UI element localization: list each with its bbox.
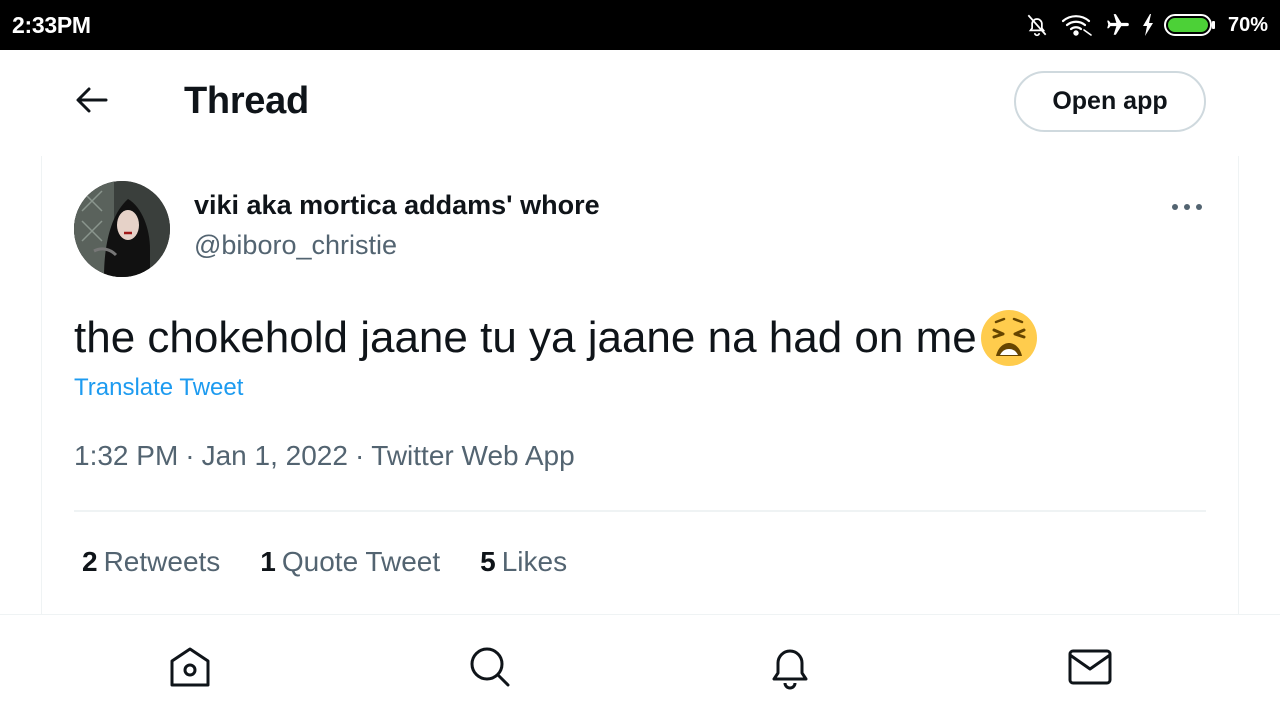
avatar[interactable] bbox=[74, 181, 170, 277]
status-bar: 2:33PM 70% bbox=[0, 0, 1280, 50]
bottom-nav bbox=[0, 614, 1280, 720]
translate-tweet-link[interactable]: Translate Tweet bbox=[74, 374, 243, 402]
status-icons: 70% bbox=[1024, 10, 1268, 40]
display-name[interactable]: viki aka mortica addams' whore bbox=[194, 190, 600, 221]
retweets-label: Retweets bbox=[103, 546, 221, 577]
meta-separator: · bbox=[185, 440, 195, 471]
tweet-date[interactable]: Jan 1, 2022 bbox=[202, 440, 348, 471]
battery-percent: 70% bbox=[1227, 13, 1268, 36]
weary-face-emoji-icon bbox=[979, 308, 1039, 368]
more-dots-icon bbox=[1171, 198, 1203, 216]
wifi-icon bbox=[1060, 12, 1094, 38]
quotes-label: Quote Tweet bbox=[281, 546, 441, 577]
retweets-count: 2 bbox=[82, 546, 98, 577]
open-app-button[interactable]: Open app bbox=[1014, 71, 1206, 132]
search-icon bbox=[466, 643, 514, 696]
likes-label: Likes bbox=[501, 546, 568, 577]
arrow-left-icon bbox=[75, 85, 109, 120]
messages-icon bbox=[1066, 643, 1114, 696]
notifications-icon bbox=[766, 643, 814, 696]
charging-icon bbox=[1142, 14, 1154, 36]
more-options-button[interactable] bbox=[1166, 190, 1208, 224]
tweet-time[interactable]: 1:32 PM bbox=[74, 440, 178, 471]
quotes-count: 1 bbox=[260, 546, 276, 577]
divider bbox=[74, 510, 1206, 512]
home-icon bbox=[166, 643, 214, 696]
user-handle[interactable]: @biboro_christie bbox=[194, 230, 397, 261]
tweet-stats: 2 Retweets 1 Quote Tweet 5 Likes bbox=[82, 546, 607, 578]
app-header: Thread Open app bbox=[0, 50, 1280, 156]
tweet-source[interactable]: Twitter Web App bbox=[371, 440, 574, 471]
nav-search[interactable] bbox=[462, 641, 518, 697]
likes-count: 5 bbox=[480, 546, 496, 577]
status-time: 2:33PM bbox=[12, 12, 91, 38]
battery-icon bbox=[1163, 13, 1216, 37]
tweet-text: the chokehold jaane tu ya jaane na had o… bbox=[74, 308, 1039, 368]
nav-home[interactable] bbox=[162, 641, 218, 697]
retweets-stat[interactable]: 2 Retweets bbox=[82, 546, 220, 578]
nav-notifications[interactable] bbox=[762, 641, 818, 697]
tweet-body: the chokehold jaane tu ya jaane na had o… bbox=[74, 313, 977, 362]
notifications-off-icon bbox=[1024, 12, 1050, 38]
back-button[interactable] bbox=[62, 76, 122, 128]
nav-messages[interactable] bbox=[1062, 641, 1118, 697]
page-title: Thread bbox=[184, 80, 309, 122]
quote-tweets-stat[interactable]: 1 Quote Tweet bbox=[260, 546, 440, 578]
tweet-meta: 1:32 PM · Jan 1, 2022 · Twitter Web App bbox=[74, 440, 575, 472]
airplane-icon bbox=[1104, 12, 1132, 38]
likes-stat[interactable]: 5 Likes bbox=[480, 546, 567, 578]
meta-separator: · bbox=[354, 440, 365, 471]
